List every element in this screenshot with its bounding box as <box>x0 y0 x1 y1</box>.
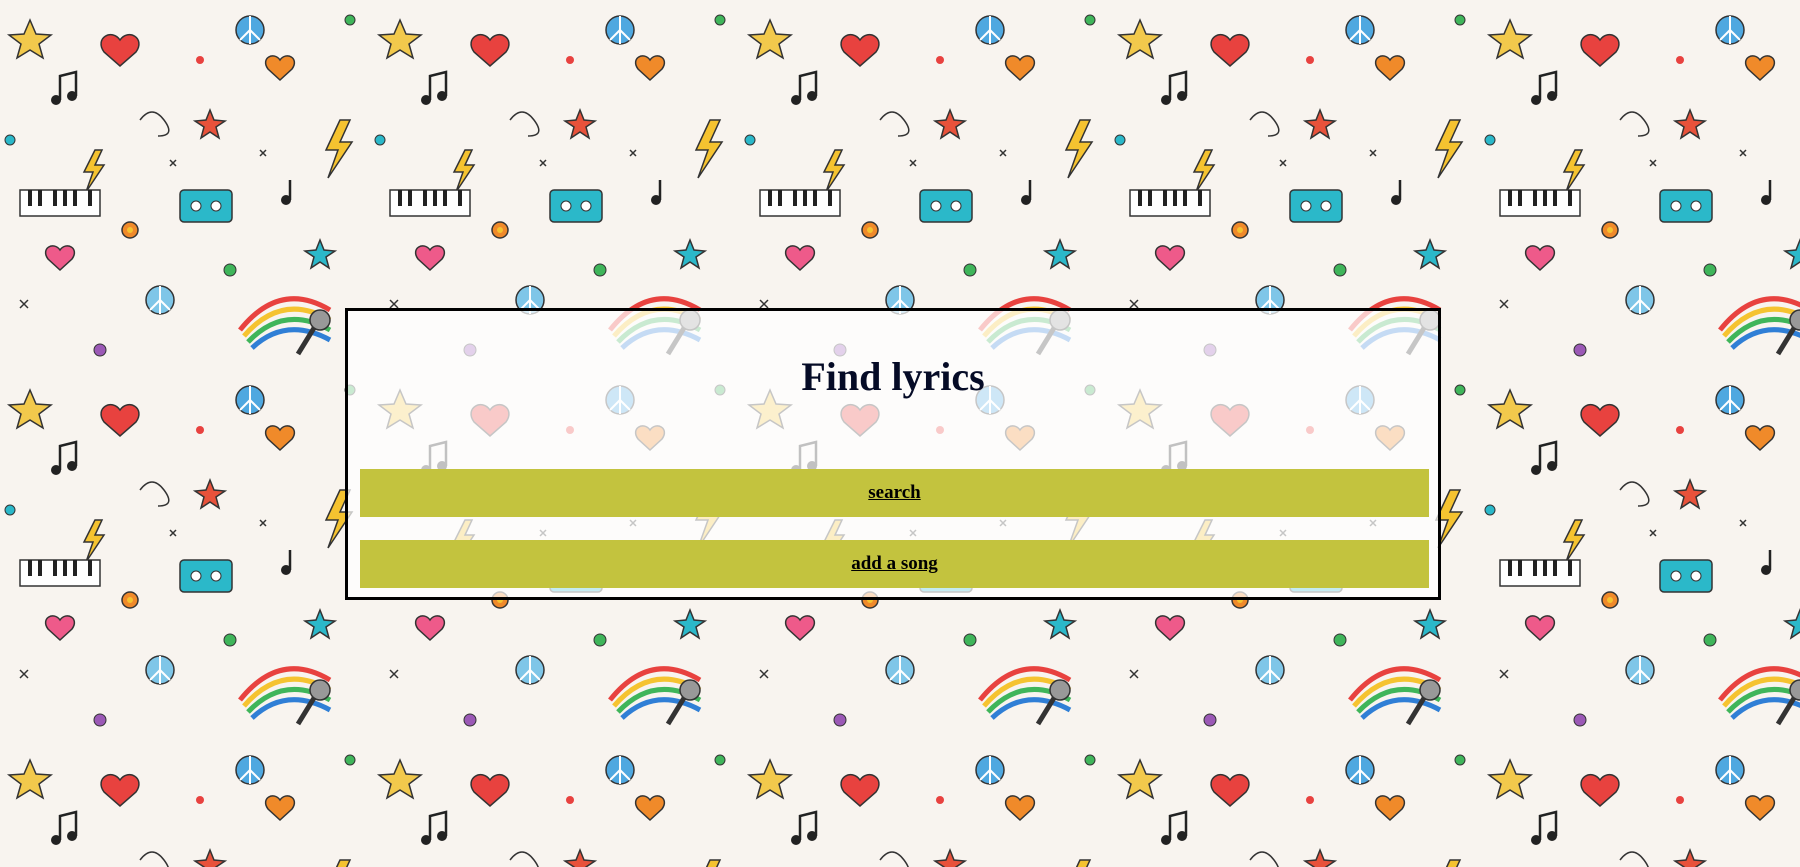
search-button[interactable]: search <box>360 469 1429 517</box>
page-title: Find lyrics <box>801 354 985 399</box>
lyrics-panel: Find lyrics search add a song <box>345 308 1441 600</box>
add-song-button[interactable]: add a song <box>360 540 1429 588</box>
